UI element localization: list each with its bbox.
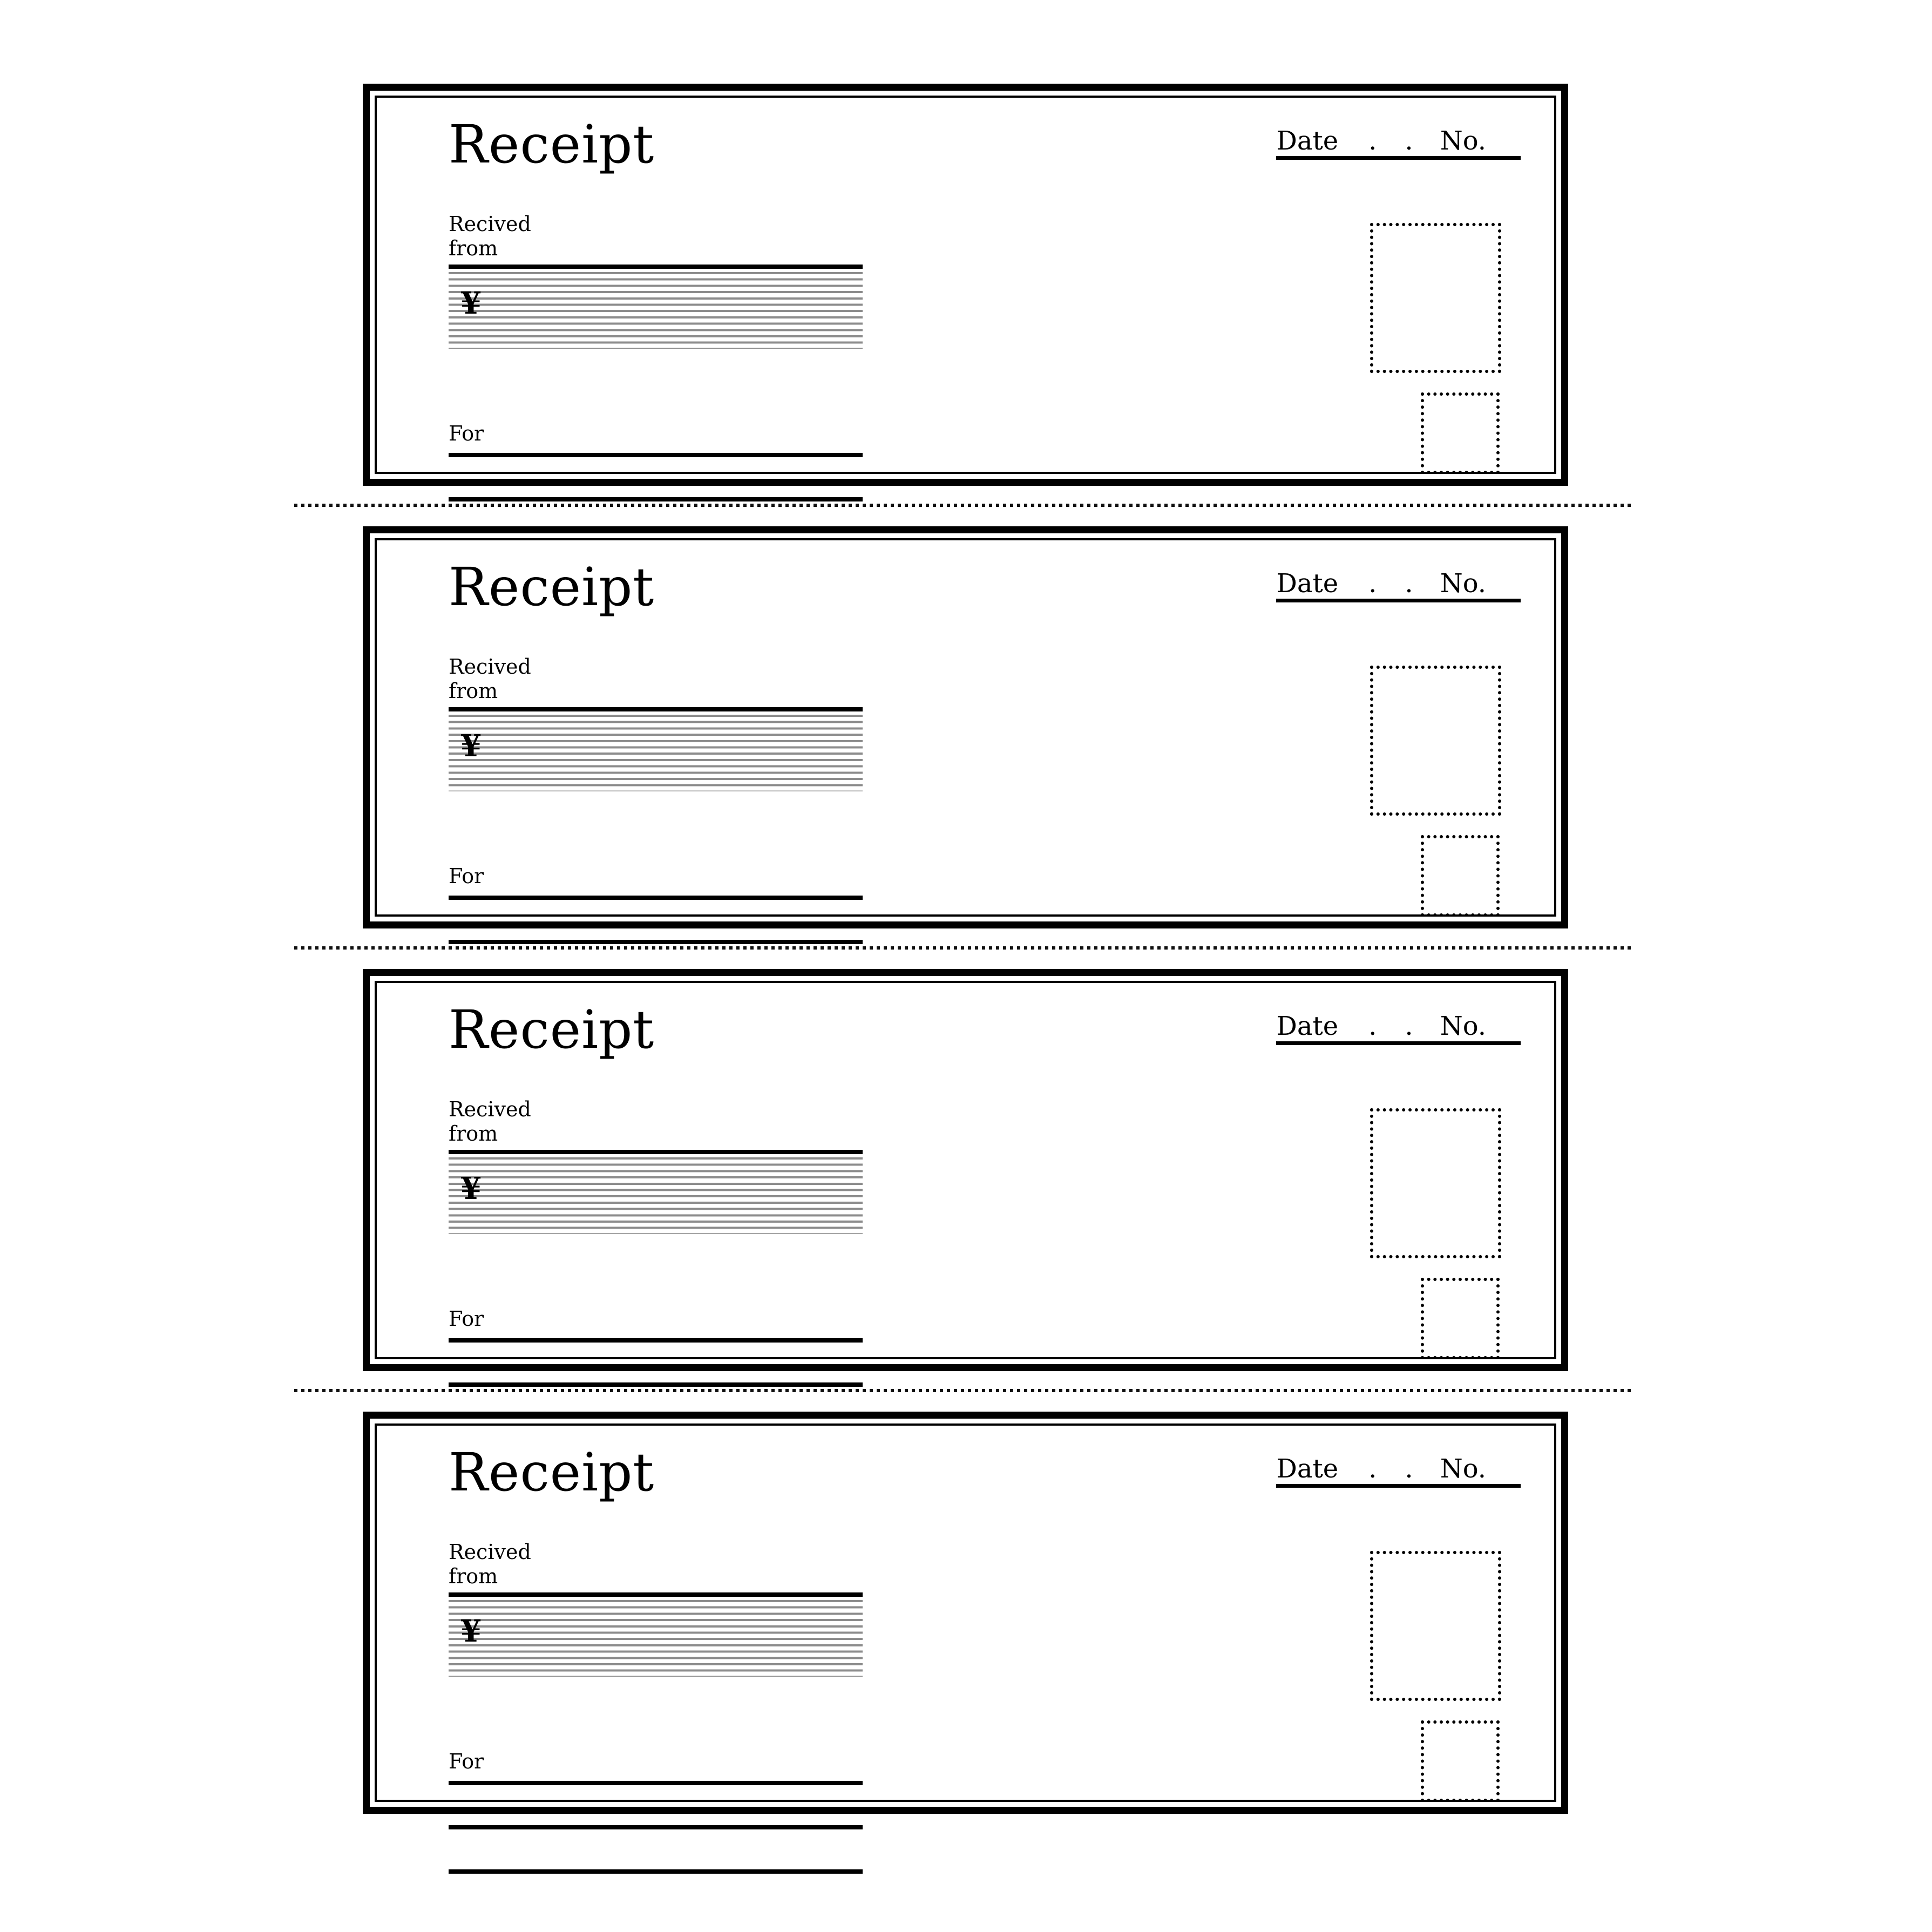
date-separator-1: . <box>1368 568 1377 599</box>
date-label: Date <box>1276 1011 1339 1041</box>
for-label: For <box>449 422 484 445</box>
number-label: No. <box>1440 1011 1486 1041</box>
for-write-line-2[interactable] <box>449 939 863 944</box>
page-title: Receipt <box>449 114 655 175</box>
amount-ruled-area[interactable]: ¥ <box>449 1157 863 1234</box>
perforation-separator-3 <box>294 1389 1634 1392</box>
date-separator-2: . <box>1405 568 1413 599</box>
for-write-line-1[interactable] <box>449 1338 863 1343</box>
received-from-label-line2: from <box>449 1564 498 1588</box>
yen-currency-icon: ¥ <box>460 1170 482 1206</box>
date-separator-1: . <box>1368 126 1377 156</box>
received-from-section-1: Recived from ¥ <box>449 212 863 349</box>
amount-ruled-area[interactable]: ¥ <box>449 272 863 349</box>
for-write-line-1[interactable] <box>449 895 863 900</box>
date-number-field-2[interactable]: Date . . No. <box>1276 571 1521 602</box>
stamp-box[interactable] <box>1370 1551 1501 1701</box>
date-label: Date <box>1276 126 1339 156</box>
received-from-label-line2: from <box>449 236 498 260</box>
for-write-line-1[interactable] <box>449 452 863 457</box>
date-separator-2: . <box>1405 126 1413 156</box>
for-write-line-2[interactable] <box>449 1382 863 1387</box>
for-section-4: For <box>449 1750 863 1874</box>
received-from-section-3: Recived from ¥ <box>449 1097 863 1234</box>
received-from-label-line2: from <box>449 679 498 703</box>
seal-box[interactable] <box>1421 1720 1500 1802</box>
received-from-rule <box>449 707 863 711</box>
stamp-box[interactable] <box>1370 1108 1501 1258</box>
number-label: No. <box>1440 126 1486 156</box>
date-number-field-1[interactable]: Date . . No. <box>1276 128 1521 160</box>
receipt-inner-frame-3: Receipt Date . . No. Recived from ¥ For <box>375 981 1556 1431</box>
for-label: For <box>449 864 484 888</box>
received-from-section-4: Recived from ¥ <box>449 1540 863 1677</box>
receipt-inner-frame-1: Receipt Date . . No. Recived from ¥ For <box>375 96 1556 546</box>
date-label: Date <box>1276 568 1339 599</box>
page-title: Receipt <box>449 557 655 618</box>
number-label: No. <box>1440 1454 1486 1484</box>
receipt-inner-frame-2: Receipt Date . . No. Recived from ¥ For <box>375 538 1556 988</box>
for-label: For <box>449 1750 484 1773</box>
receipt-sheet: Receipt Date . . No. Recived from ¥ For … <box>0 0 1932 1932</box>
received-from-label-line1: Recived <box>449 1540 531 1564</box>
perforation-separator-2 <box>294 946 1634 950</box>
for-write-line-1[interactable] <box>449 1780 863 1785</box>
for-write-line-2[interactable] <box>449 497 863 501</box>
amount-ruled-area[interactable]: ¥ <box>449 1599 863 1677</box>
page-title: Receipt <box>449 1442 655 1503</box>
received-from-label-line2: from <box>449 1121 498 1145</box>
date-label: Date <box>1276 1454 1339 1484</box>
yen-currency-icon: ¥ <box>460 285 482 321</box>
stamp-box[interactable] <box>1370 666 1501 816</box>
stamp-box[interactable] <box>1370 223 1501 373</box>
date-separator-2: . <box>1405 1011 1413 1041</box>
seal-box[interactable] <box>1421 835 1500 917</box>
seal-box[interactable] <box>1421 1278 1500 1359</box>
for-write-line-3[interactable] <box>449 1869 863 1874</box>
received-from-label-line1: Recived <box>449 212 531 236</box>
received-from-rule <box>449 1149 863 1154</box>
received-from-label-line1: Recived <box>449 1097 531 1121</box>
received-from-label-line1: Recived <box>449 655 531 679</box>
receipt-card-3[interactable]: Receipt Date . . No. Recived from ¥ For <box>363 969 1568 1431</box>
receipt-inner-frame-4: Receipt Date . . No. Recived from ¥ For <box>375 1423 1556 1874</box>
date-separator-1: . <box>1368 1011 1377 1041</box>
amount-ruled-area[interactable]: ¥ <box>449 714 863 791</box>
receipt-card-1[interactable]: Receipt Date . . No. Recived from ¥ For <box>363 84 1568 546</box>
received-from-section-2: Recived from ¥ <box>449 655 863 791</box>
yen-currency-icon: ¥ <box>460 728 482 764</box>
received-from-rule <box>449 1592 863 1597</box>
for-label: For <box>449 1307 484 1331</box>
yen-currency-icon: ¥ <box>460 1613 482 1649</box>
seal-box[interactable] <box>1421 392 1500 474</box>
received-from-rule <box>449 264 863 269</box>
receipt-card-4[interactable]: Receipt Date . . No. Recived from ¥ For <box>363 1412 1568 1874</box>
for-write-line-2[interactable] <box>449 1825 863 1829</box>
date-separator-2: . <box>1405 1454 1413 1484</box>
date-number-field-3[interactable]: Date . . No. <box>1276 1013 1521 1045</box>
date-separator-1: . <box>1368 1454 1377 1484</box>
page-title: Receipt <box>449 999 655 1060</box>
perforation-separator-1 <box>294 504 1634 507</box>
number-label: No. <box>1440 568 1486 599</box>
date-number-field-4[interactable]: Date . . No. <box>1276 1456 1521 1488</box>
receipt-card-2[interactable]: Receipt Date . . No. Recived from ¥ For <box>363 526 1568 988</box>
